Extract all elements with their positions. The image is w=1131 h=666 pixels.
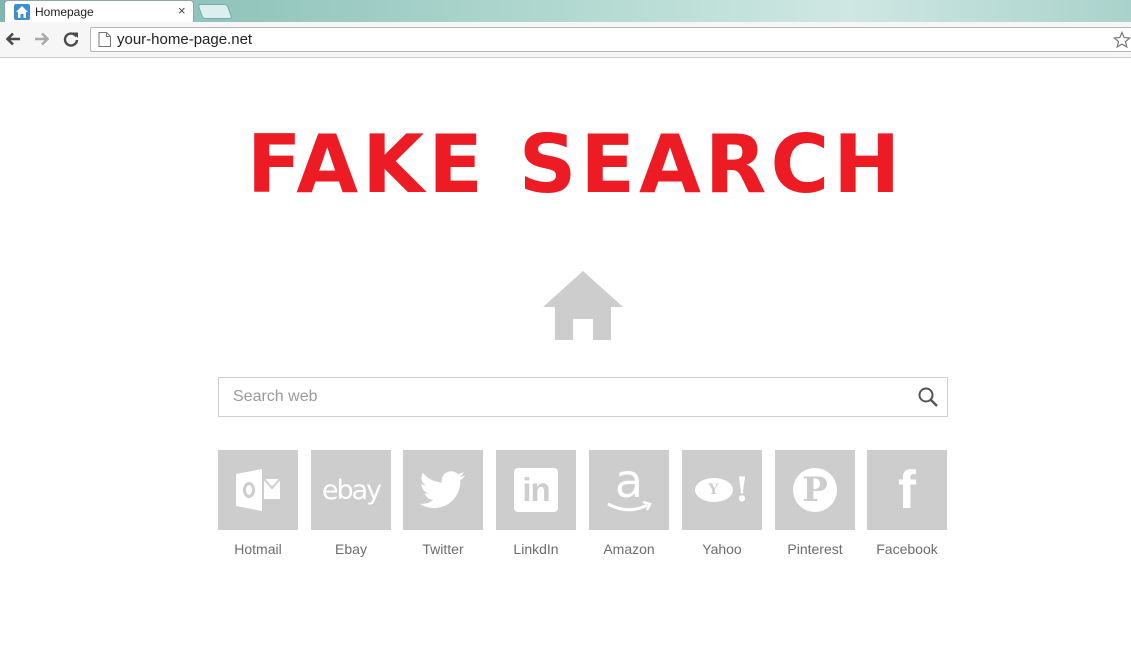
shortcut-label: LinkdIn xyxy=(513,541,559,557)
tab-close-button[interactable]: × xyxy=(178,4,186,18)
shortcut-pinterest-tile[interactable]: P xyxy=(775,450,855,530)
facebook-icon: f xyxy=(898,460,916,520)
shortcut-linkedin[interactable]: in LinkdIn xyxy=(496,450,576,557)
shortcut-label: Pinterest xyxy=(787,541,843,557)
shortcut-tiles: Hotmail ebay Ebay Twitter in LinkdIn a A… xyxy=(218,450,958,570)
page-headline: FAKE SEARCH xyxy=(246,118,905,211)
house-icon xyxy=(543,271,623,340)
shortcut-label: Twitter xyxy=(422,541,464,557)
back-arrow-icon[interactable] xyxy=(4,30,22,48)
twitter-icon xyxy=(420,471,465,508)
shortcut-linkedin-tile[interactable]: in xyxy=(496,450,576,530)
tab-strip: Homepage × xyxy=(0,0,1131,22)
shortcut-twitter-tile[interactable] xyxy=(403,450,483,530)
shortcut-amazon[interactable]: a Amazon xyxy=(589,450,669,557)
magnifier-icon[interactable] xyxy=(917,386,939,408)
shortcut-hotmail-tile[interactable] xyxy=(218,450,298,530)
address-bar[interactable]: your-home-page.net xyxy=(90,27,1131,52)
page-icon xyxy=(98,32,111,47)
browser-toolbar: your-home-page.net xyxy=(0,22,1131,58)
shortcut-facebook[interactable]: f Facebook xyxy=(867,450,947,557)
house-favicon-icon xyxy=(14,4,30,20)
shortcut-label: Yahoo xyxy=(702,541,742,557)
search-input[interactable] xyxy=(219,378,913,416)
shortcut-facebook-tile[interactable]: f xyxy=(867,450,947,530)
pinterest-glyph: P xyxy=(802,470,828,510)
tab-title: Homepage xyxy=(35,5,94,19)
shortcut-label: Ebay xyxy=(335,541,367,557)
yahoo-icon: Y ! xyxy=(694,473,749,507)
shortcut-yahoo[interactable]: Y ! Yahoo xyxy=(682,450,762,557)
forward-arrow-icon[interactable] xyxy=(33,30,51,48)
amazon-icon: a xyxy=(614,454,644,508)
pinterest-icon: P xyxy=(793,468,837,512)
shortcut-pinterest[interactable]: P Pinterest xyxy=(775,450,855,557)
shortcut-ebay[interactable]: ebay Ebay xyxy=(311,450,391,557)
amazon-smile-icon xyxy=(607,501,652,512)
browser-tab[interactable]: Homepage × xyxy=(4,0,194,22)
new-tab-button[interactable] xyxy=(197,4,233,19)
outlook-icon xyxy=(236,469,281,511)
search-box xyxy=(218,377,948,417)
shortcut-label: Facebook xyxy=(876,541,938,557)
linkedin-icon: in xyxy=(514,468,558,512)
shortcut-label: Amazon xyxy=(603,541,655,557)
ebay-icon: ebay xyxy=(321,474,382,506)
url-text[interactable]: your-home-page.net xyxy=(117,31,252,48)
shortcut-hotmail[interactable]: Hotmail xyxy=(218,450,298,557)
shortcut-twitter[interactable]: Twitter xyxy=(403,450,483,557)
shortcut-ebay-tile[interactable]: ebay xyxy=(311,450,391,530)
shortcut-yahoo-tile[interactable]: Y ! xyxy=(682,450,762,530)
bookmark-star-icon[interactable] xyxy=(1113,31,1131,49)
shortcut-amazon-tile[interactable]: a xyxy=(589,450,669,530)
reload-icon[interactable] xyxy=(62,30,80,48)
linkedin-glyph: in xyxy=(522,471,550,508)
shortcut-label: Hotmail xyxy=(234,541,282,557)
